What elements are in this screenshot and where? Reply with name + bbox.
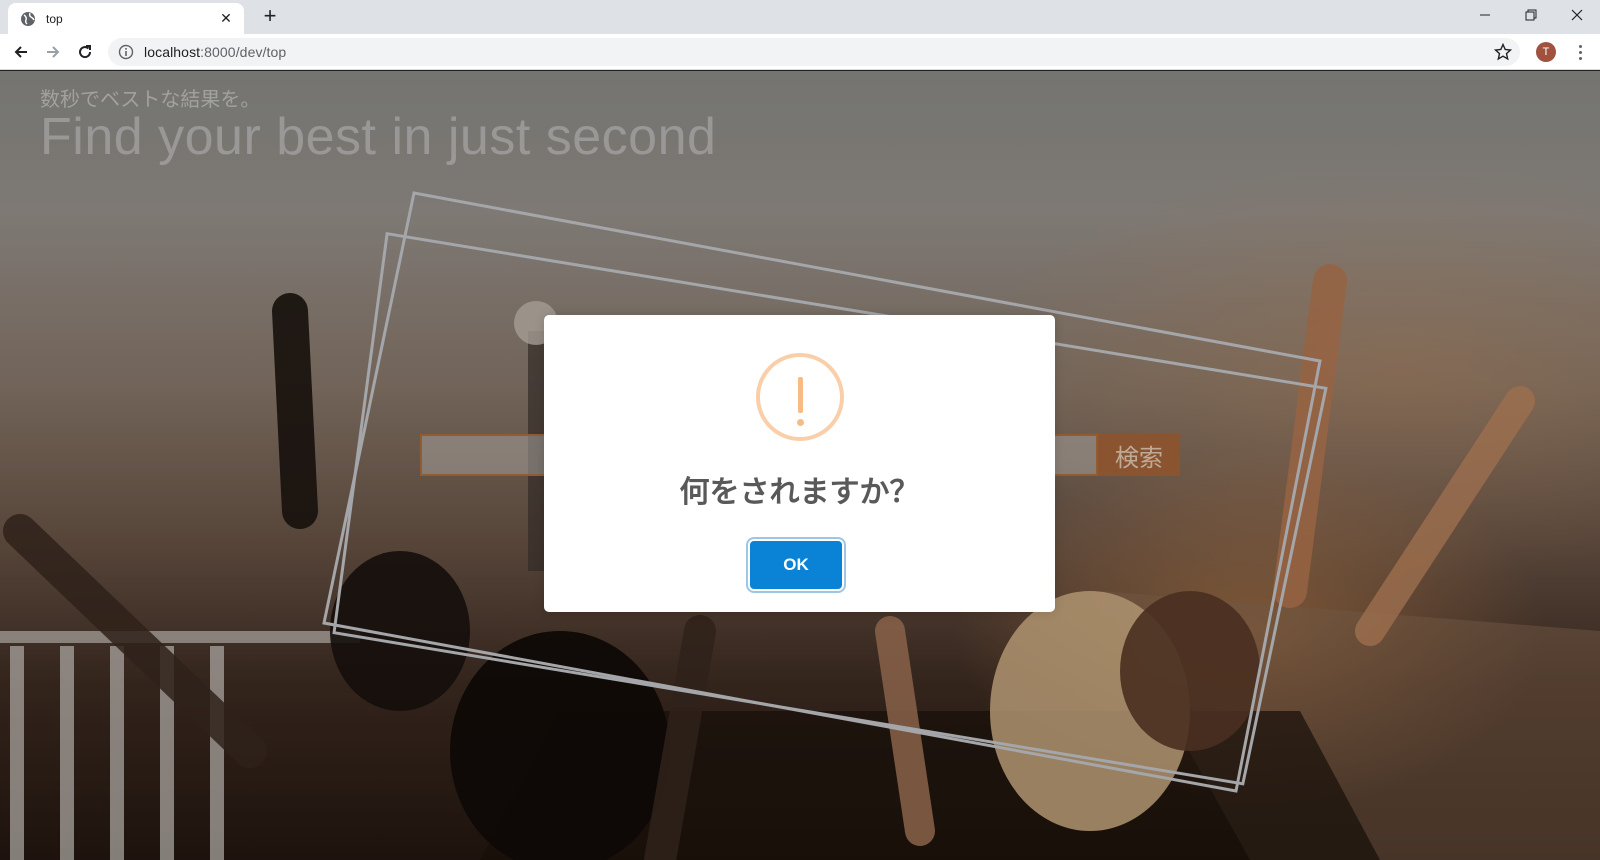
globe-icon	[21, 11, 35, 26]
minimize-icon[interactable]	[1462, 0, 1508, 30]
browser-menu-icon[interactable]	[1570, 41, 1590, 63]
url-text: localhost:8000/dev/top	[144, 44, 286, 60]
info-icon[interactable]	[118, 44, 134, 60]
back-arrow-icon[interactable]	[8, 39, 34, 65]
alert-dialog: 何をされますか？ OK	[544, 315, 1055, 612]
window-close-icon[interactable]	[1554, 0, 1600, 30]
new-tab-icon[interactable]: +	[258, 5, 282, 29]
address-bar[interactable]: localhost:8000/dev/top	[108, 38, 1520, 66]
tab-close-icon[interactable]: ✕	[218, 10, 234, 27]
tab-top[interactable]: top ✕	[8, 3, 244, 34]
profile-avatar[interactable]: T	[1536, 42, 1556, 62]
tab-title: top	[46, 11, 63, 26]
page-viewport: 数秒でベストな結果を。 Find your best in just secon…	[0, 71, 1600, 860]
reload-icon[interactable]	[72, 39, 98, 65]
tab-strip: top ✕ +	[0, 0, 1600, 34]
url-path: :8000/dev/top	[200, 44, 287, 60]
bookmark-star-icon[interactable]	[1494, 43, 1512, 61]
ok-button[interactable]: OK	[750, 541, 842, 589]
warning-icon	[756, 353, 844, 441]
dialog-message: 何をされますか？	[679, 476, 920, 509]
restore-icon[interactable]	[1508, 0, 1554, 30]
browser-toolbar: localhost:8000/dev/top	[0, 34, 1600, 70]
forward-arrow-icon[interactable]	[40, 39, 66, 65]
url-host: localhost	[144, 44, 201, 60]
